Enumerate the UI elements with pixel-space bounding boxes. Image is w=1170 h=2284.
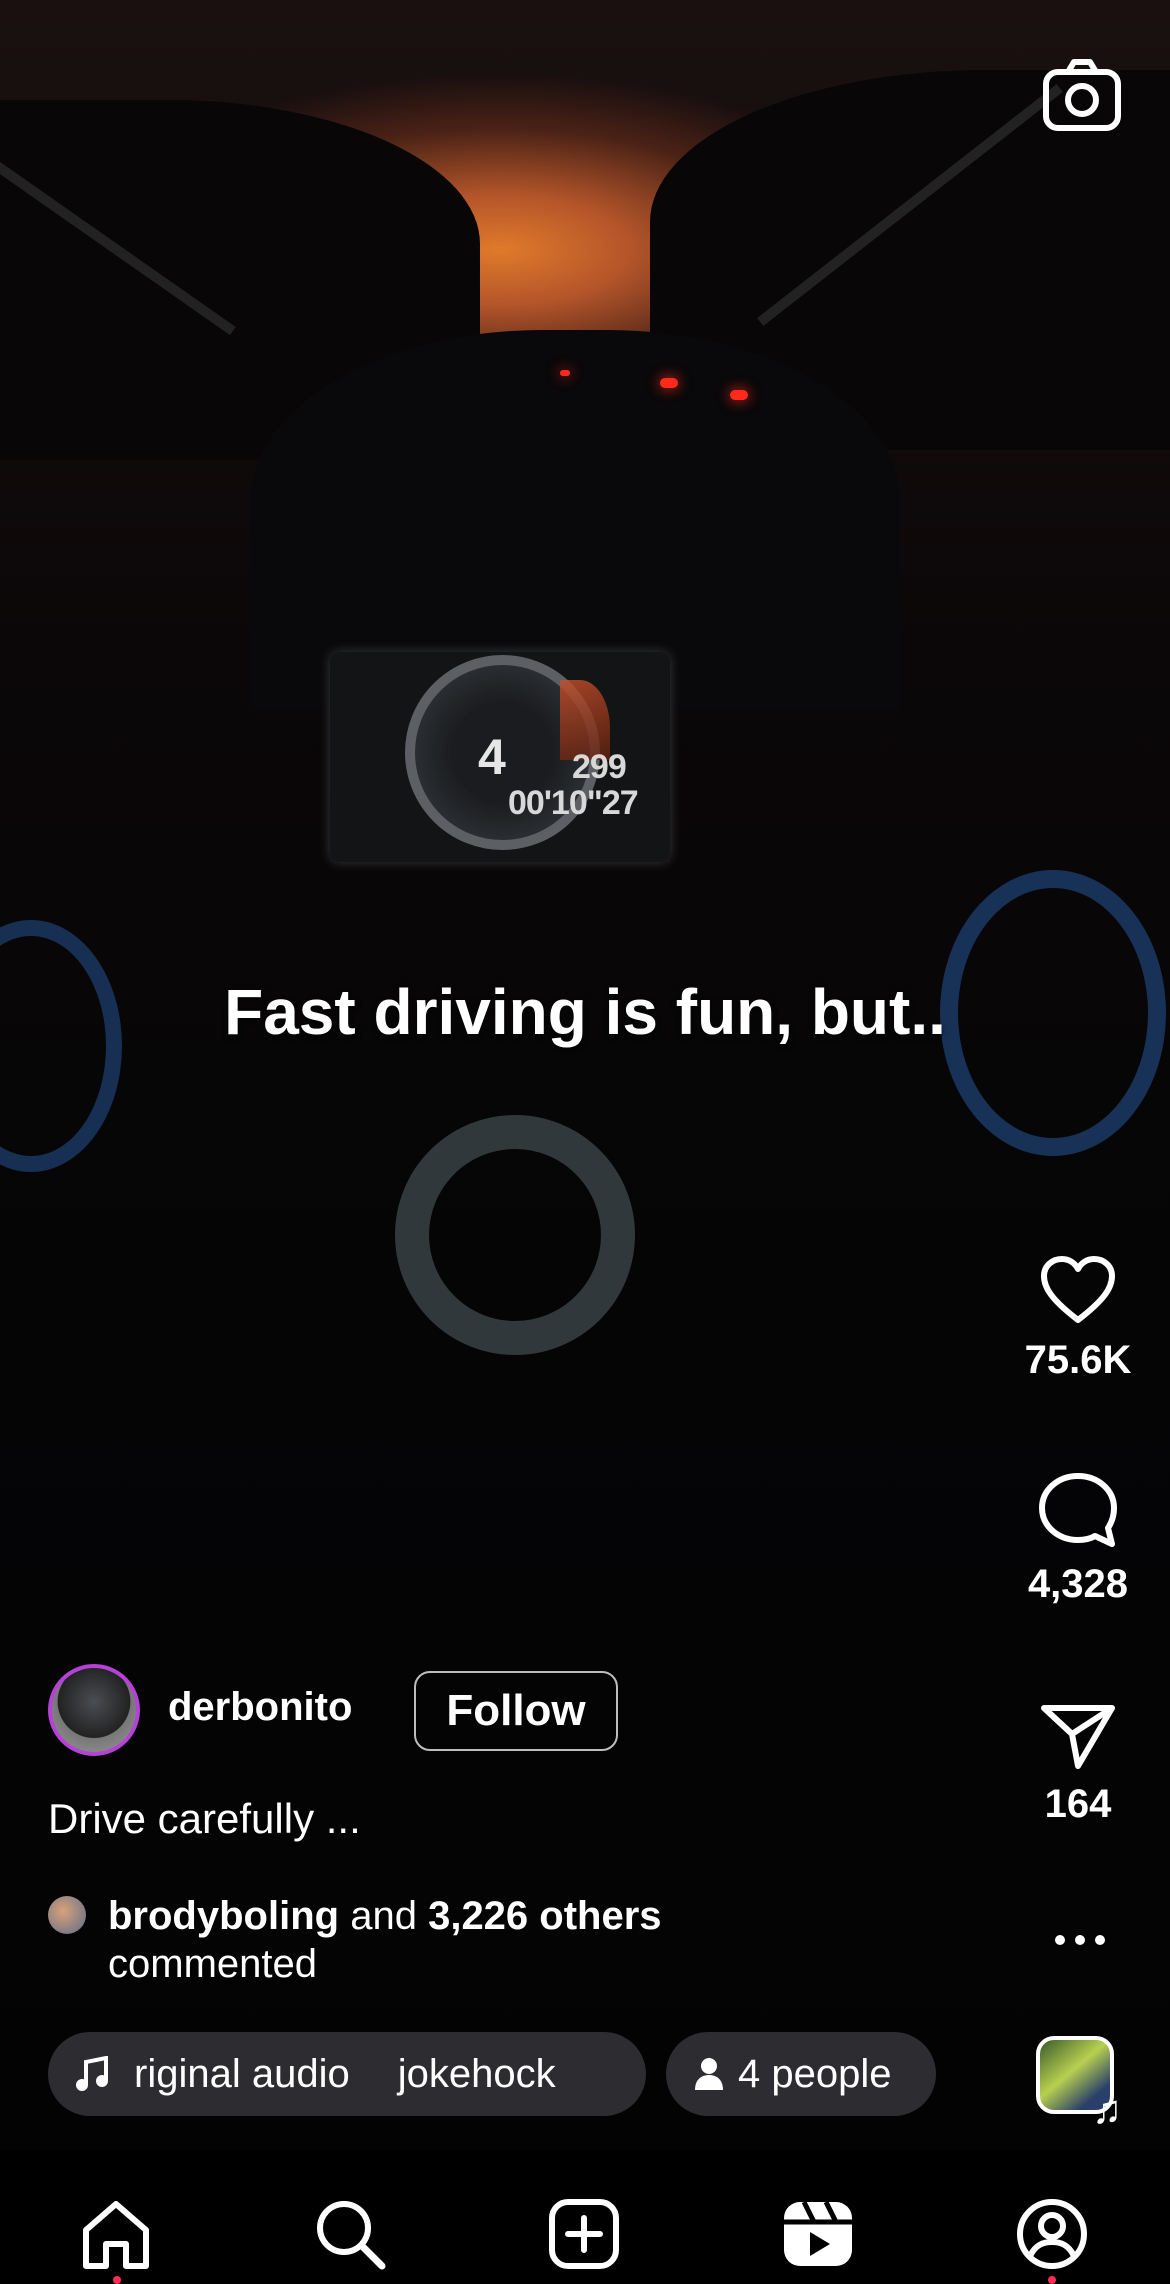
comment-button[interactable]: 4,328 [998, 1470, 1158, 1607]
person-icon [695, 2058, 723, 2090]
dash-gear: 4 [478, 729, 506, 785]
search-icon[interactable] [312, 2196, 388, 2272]
commenter-others: 3,226 others [428, 1894, 662, 1938]
like-count: 75.6K [1024, 1338, 1132, 1382]
more-icon[interactable] [1050, 1920, 1110, 1960]
dash-time: 00'10"27 [508, 784, 639, 822]
music-note-icon: ♫ [1092, 2088, 1122, 2132]
commenter-avatar [48, 1896, 86, 1934]
share-button[interactable]: 164 [998, 1700, 1158, 1827]
audio-pill[interactable]: riginal audio jokehock [48, 2032, 646, 2116]
taillight [730, 390, 748, 400]
home-icon[interactable] [78, 2196, 154, 2272]
camera-icon[interactable] [1040, 52, 1124, 136]
audio-title: riginal audio [134, 2051, 350, 2096]
heart-icon [1041, 1256, 1115, 1323]
people-label: 4 people [738, 2051, 892, 2096]
music-note-icon [76, 2056, 108, 2091]
video-overlay-text: Fast driving is fun, but.. [224, 976, 946, 1048]
dash-speed: 299 [572, 748, 627, 786]
share-count: 164 [1044, 1782, 1112, 1826]
like-button[interactable]: 75.6K [998, 1254, 1158, 1383]
profile-icon[interactable] [1014, 2196, 1090, 2272]
steering-ring [395, 1115, 635, 1355]
commenter-name: brodyboling [108, 1894, 340, 1938]
avatar[interactable] [48, 1664, 140, 1756]
reels-icon[interactable] [780, 2196, 856, 2272]
follow-button[interactable]: Follow [414, 1671, 618, 1751]
caption[interactable]: Drive carefully ... [48, 1795, 361, 1843]
commenter-tail: commented [108, 1942, 317, 1986]
create-icon[interactable] [546, 2196, 622, 2272]
username[interactable]: derbonito [168, 1685, 352, 1730]
taillight [560, 370, 570, 376]
commenters-summary[interactable]: brodyboling and 3,226 others commented [48, 1892, 948, 1988]
people-tag-pill[interactable]: 4 people [666, 2032, 936, 2116]
comment-icon [1039, 1473, 1117, 1547]
send-icon [1041, 1705, 1115, 1769]
commenter-and: and [350, 1894, 417, 1938]
comment-count: 4,328 [1027, 1562, 1129, 1606]
taillight [660, 378, 678, 388]
audio-artist: jokehock [397, 2051, 556, 2096]
